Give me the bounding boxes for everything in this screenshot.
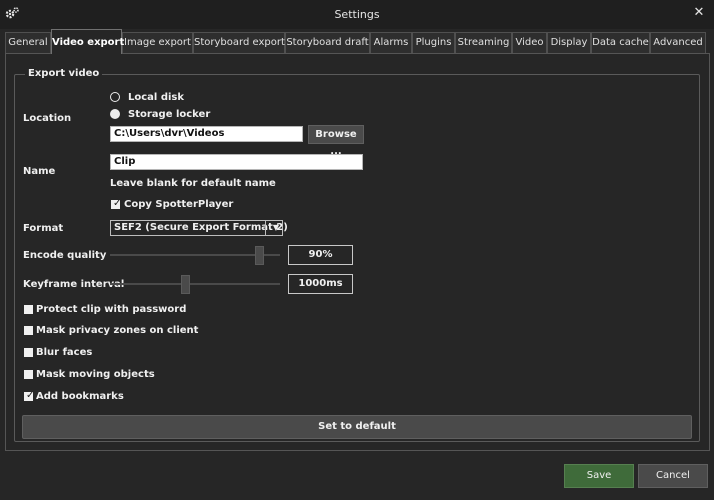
mask-moving-label[interactable]: Mask moving objects bbox=[36, 369, 155, 380]
tab-storyboard-export[interactable]: Storyboard export bbox=[193, 32, 285, 53]
tab-display[interactable]: Display bbox=[547, 32, 591, 53]
protect-password-label[interactable]: Protect clip with password bbox=[36, 304, 186, 315]
format-label: Format bbox=[23, 223, 64, 234]
name-input[interactable]: Clip bbox=[110, 154, 363, 170]
keyframe-interval-value[interactable]: 1000ms bbox=[288, 274, 353, 294]
copy-player-label[interactable]: Copy SpotterPlayer bbox=[124, 199, 233, 210]
location-path-input[interactable]: C:\Users\dvr\Videos bbox=[110, 126, 303, 142]
keyframe-interval-slider[interactable] bbox=[110, 275, 280, 294]
tab-storyboard-draft[interactable]: Storyboard draft bbox=[285, 32, 370, 53]
encode-quality-value[interactable]: 90% bbox=[288, 245, 353, 265]
select-divider bbox=[265, 221, 266, 235]
copy-player-checkbox[interactable]: ✓ bbox=[111, 198, 121, 209]
tab-plugins[interactable]: Plugins bbox=[412, 32, 455, 53]
storage-locker-radio[interactable] bbox=[110, 109, 120, 119]
tab-advanced[interactable]: Advanced bbox=[650, 32, 706, 53]
tab-image-export[interactable]: Image export bbox=[122, 32, 193, 53]
storage-locker-label[interactable]: Storage locker bbox=[128, 109, 210, 120]
tab-data-cache[interactable]: Data cache bbox=[591, 32, 650, 53]
tab-general[interactable]: General bbox=[5, 32, 51, 53]
tab-video-export[interactable]: Video export bbox=[51, 29, 124, 54]
slider-track bbox=[110, 283, 280, 285]
encode-quality-handle[interactable] bbox=[255, 246, 264, 265]
tab-panel: Export video Location Local disk Storage… bbox=[5, 53, 710, 451]
export-video-group: Export video Location Local disk Storage… bbox=[14, 68, 700, 442]
mask-privacy-checkbox[interactable] bbox=[24, 326, 33, 335]
set-default-button[interactable]: Set to default bbox=[22, 415, 692, 439]
format-value: SEF2 (Secure Export Format 2) bbox=[114, 222, 288, 233]
keyframe-interval-handle[interactable] bbox=[181, 275, 190, 294]
blur-faces-checkbox[interactable] bbox=[24, 348, 33, 357]
blur-faces-label[interactable]: Blur faces bbox=[36, 347, 92, 358]
save-button[interactable]: Save bbox=[564, 464, 634, 488]
encode-quality-slider[interactable] bbox=[110, 246, 280, 265]
name-label: Name bbox=[23, 166, 56, 177]
tab-alarms[interactable]: Alarms bbox=[370, 32, 412, 53]
name-hint: Leave blank for default name bbox=[110, 178, 276, 189]
location-label: Location bbox=[23, 113, 72, 124]
browse-button[interactable]: Browse ... bbox=[308, 125, 364, 157]
mask-moving-checkbox[interactable] bbox=[24, 370, 33, 379]
format-select[interactable]: SEF2 (Secure Export Format 2) ▼ bbox=[110, 220, 288, 236]
window-title: Settings bbox=[334, 8, 380, 21]
encode-quality-label: Encode quality bbox=[23, 250, 107, 261]
local-disk-radio[interactable] bbox=[110, 92, 120, 102]
add-bookmarks-label[interactable]: Add bookmarks bbox=[36, 391, 124, 402]
title-bar: Settings ✕ bbox=[0, 0, 714, 29]
tab-streaming[interactable]: Streaming bbox=[455, 32, 512, 53]
local-disk-label[interactable]: Local disk bbox=[128, 92, 184, 103]
close-icon[interactable]: ✕ bbox=[692, 5, 706, 21]
protect-password-checkbox[interactable] bbox=[24, 305, 33, 314]
tab-video[interactable]: Video bbox=[512, 32, 547, 53]
mask-privacy-label[interactable]: Mask privacy zones on client bbox=[36, 325, 198, 336]
tab-bar: General Video export Image export Storyb… bbox=[5, 29, 711, 54]
add-bookmarks-checkbox[interactable]: ✓ bbox=[24, 390, 34, 401]
cancel-button[interactable]: Cancel bbox=[638, 464, 708, 488]
group-title: Export video bbox=[25, 68, 103, 79]
chevron-down-icon: ▼ bbox=[272, 223, 279, 232]
